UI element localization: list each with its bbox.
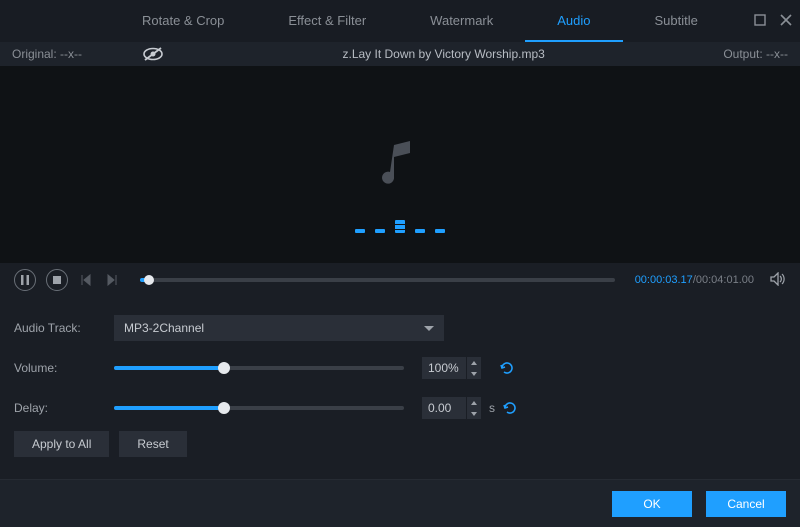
delay-value[interactable]: 0.00 — [422, 397, 466, 419]
volume-reset-icon[interactable] — [498, 359, 516, 377]
delay-up-icon[interactable] — [467, 397, 481, 408]
preview-toggle-icon[interactable] — [142, 47, 164, 61]
preview-area — [0, 66, 800, 263]
delay-down-icon[interactable] — [467, 408, 481, 419]
audio-settings: Audio Track: MP3-2Channel Volume: 100% D… — [0, 297, 800, 465]
output-dimensions: Output: --x-- — [723, 47, 788, 61]
volume-value[interactable]: 100% — [422, 357, 466, 379]
audiotrack-select[interactable]: MP3-2Channel — [114, 315, 444, 341]
apply-to-all-button[interactable]: Apply to All — [14, 431, 109, 457]
window-controls — [754, 0, 792, 42]
equalizer-icon — [355, 220, 445, 233]
timecode: 00:00:03.17/00:04:01.00 — [635, 274, 754, 286]
audiotrack-label: Audio Track: — [14, 321, 114, 335]
cancel-button[interactable]: Cancel — [706, 491, 786, 517]
tab-subtitle[interactable]: Subtitle — [623, 0, 730, 42]
ok-button[interactable]: OK — [612, 491, 692, 517]
time-total: 00:04:01.00 — [696, 274, 754, 286]
stop-button[interactable] — [46, 269, 68, 291]
volume-label: Volume: — [14, 361, 114, 375]
close-icon[interactable] — [780, 13, 792, 29]
sub-header: Original: --x-- z.Lay It Down by Victory… — [0, 42, 800, 66]
music-note-icon — [380, 139, 420, 191]
reset-button[interactable]: Reset — [119, 431, 186, 457]
delay-label: Delay: — [14, 401, 114, 415]
footer: OK Cancel — [0, 479, 800, 527]
playback-bar: 00:00:03.17/00:04:01.00 — [0, 263, 800, 297]
tabs: Rotate & Crop Effect & Filter Watermark … — [110, 0, 730, 42]
tab-watermark[interactable]: Watermark — [398, 0, 525, 42]
current-filename: z.Lay It Down by Victory Worship.mp3 — [164, 47, 723, 61]
time-current: 00:00:03.17 — [635, 274, 693, 286]
prev-button[interactable] — [78, 272, 94, 288]
original-dimensions: Original: --x-- — [12, 47, 82, 61]
delay-unit: s — [489, 401, 495, 415]
volume-up-icon[interactable] — [467, 357, 481, 368]
chevron-down-icon — [424, 326, 434, 331]
maximize-icon[interactable] — [754, 13, 766, 29]
delay-stepper[interactable]: 0.00 — [422, 397, 481, 419]
delay-slider[interactable] — [114, 406, 404, 410]
next-button[interactable] — [104, 272, 120, 288]
tab-effect-filter[interactable]: Effect & Filter — [256, 0, 398, 42]
tab-rotate-crop[interactable]: Rotate & Crop — [110, 0, 256, 42]
delay-reset-icon[interactable] — [501, 399, 519, 417]
pause-button[interactable] — [14, 269, 36, 291]
volume-slider[interactable] — [114, 366, 404, 370]
volume-down-icon[interactable] — [467, 368, 481, 379]
volume-stepper[interactable]: 100% — [422, 357, 481, 379]
tab-bar: Rotate & Crop Effect & Filter Watermark … — [0, 0, 800, 42]
tab-audio[interactable]: Audio — [525, 0, 622, 42]
scrub-slider[interactable] — [140, 278, 615, 282]
volume-icon[interactable] — [770, 272, 786, 289]
